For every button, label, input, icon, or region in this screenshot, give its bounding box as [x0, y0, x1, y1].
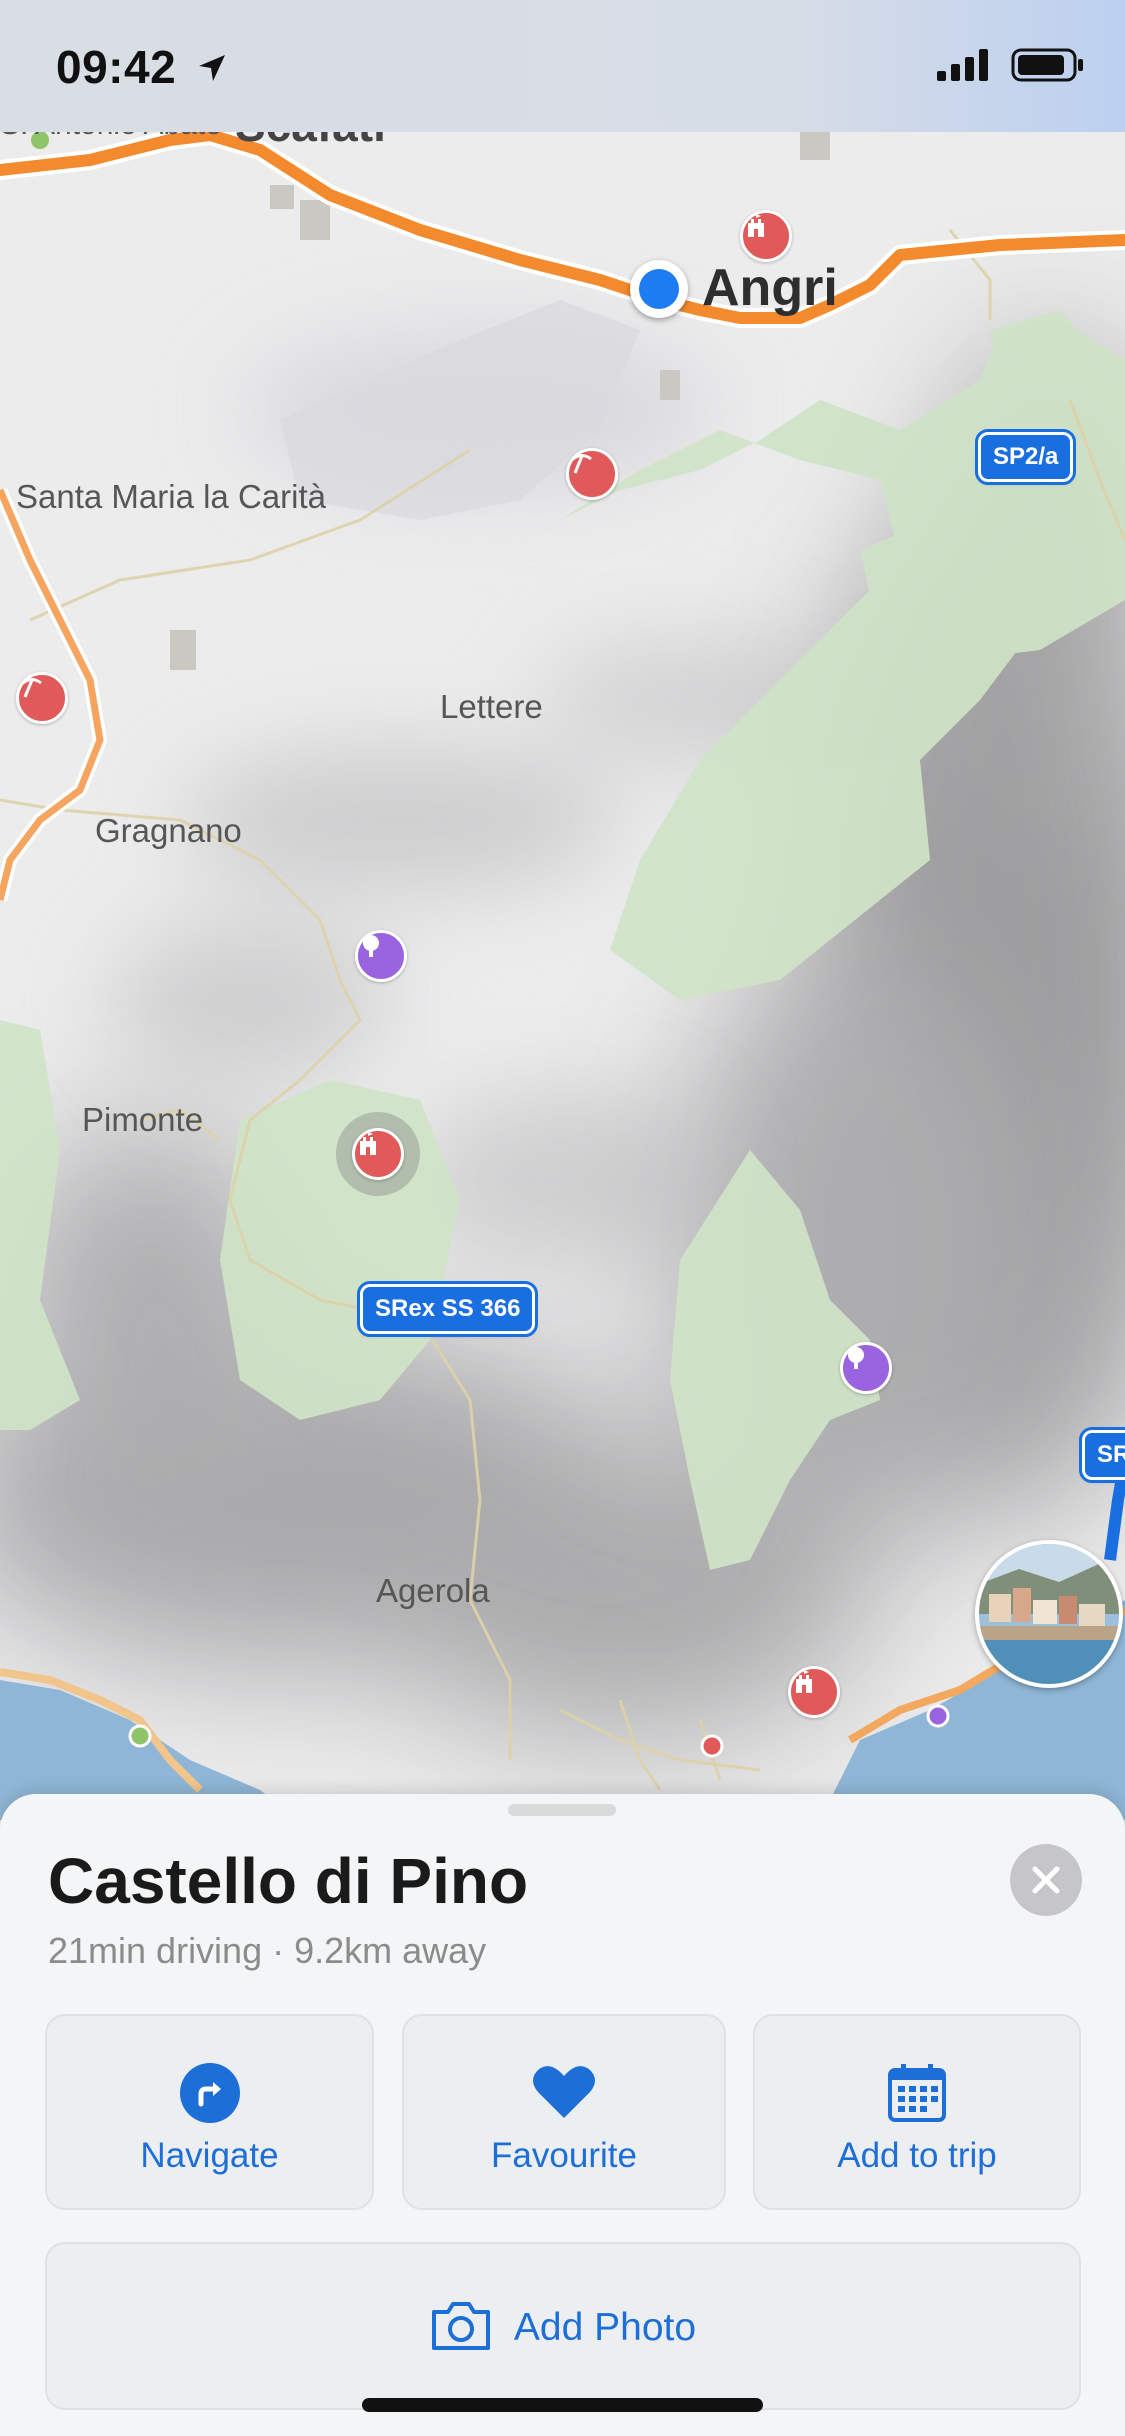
add-photo-label: Add Photo: [513, 2305, 697, 2349]
navigate-icon: [179, 2062, 241, 2129]
mine-poi-icon-west[interactable]: [16, 672, 68, 724]
status-bar: 09:42: [0, 0, 1125, 132]
location-arrow-icon: [197, 40, 227, 94]
favourite-label: Favourite: [491, 2136, 637, 2175]
tree-poi-icon[interactable]: [355, 930, 407, 982]
place-label-lettere: Lettere: [440, 688, 543, 725]
add-to-trip-button[interactable]: Add to trip: [753, 2014, 1081, 2210]
current-location-marker[interactable]: [630, 260, 688, 318]
signal-icon: [937, 49, 989, 86]
close-button[interactable]: [1010, 1844, 1082, 1916]
camera-icon: [430, 2298, 492, 2357]
add-photo-button[interactable]: Add Photo: [45, 2242, 1081, 2410]
map-canvas: [0, 0, 1125, 1820]
road-shield-sp2a[interactable]: SP2/a: [974, 429, 1077, 485]
clock-text: 09:42: [56, 41, 177, 93]
place-subtitle: 21min driving · 9.2km away: [48, 1930, 487, 1971]
castle-poi-icon-south[interactable]: [788, 1666, 840, 1718]
status-time: 09:42: [56, 40, 227, 94]
add-to-trip-label: Add to trip: [837, 2136, 997, 2175]
heart-icon: [532, 2062, 596, 2125]
place-detail-sheet[interactable]: Castello di Pino 21min driving · 9.2km a…: [0, 1794, 1125, 2436]
place-photo-thumbnail[interactable]: [975, 1540, 1123, 1688]
place-title: Castello di Pino: [48, 1845, 529, 1917]
map-view[interactable]: S. Antonio Abate Scafati Angri Santa Mar…: [0, 0, 1125, 1820]
road-shield-srex-ss366[interactable]: SRex SS 366: [356, 1281, 539, 1337]
mine-poi-icon[interactable]: [566, 448, 618, 500]
place-label-agerola: Agerola: [376, 1572, 490, 1609]
castle-poi-icon[interactable]: [740, 210, 792, 262]
place-label-santa-maria: Santa Maria la Carità: [16, 478, 326, 515]
road-shield-sr[interactable]: SR: [1078, 1427, 1125, 1483]
town-label-angri: Angri: [702, 259, 838, 317]
sheet-grabber[interactable]: [508, 1804, 616, 1816]
home-indicator[interactable]: [362, 2398, 763, 2412]
place-label-gragnano: Gragnano: [95, 812, 242, 849]
navigate-label: Navigate: [140, 2136, 279, 2175]
selected-castle-poi-icon[interactable]: [352, 1128, 404, 1180]
status-icons: [937, 48, 1085, 87]
calendar-icon: [887, 2062, 947, 2129]
tree-poi-icon-east[interactable]: [840, 1342, 892, 1394]
favourite-button[interactable]: Favourite: [402, 2014, 726, 2210]
place-label-pimonte: Pimonte: [82, 1101, 204, 1138]
battery-icon: [1011, 48, 1085, 87]
navigate-button[interactable]: Navigate: [45, 2014, 374, 2210]
close-icon: [1032, 1866, 1060, 1894]
